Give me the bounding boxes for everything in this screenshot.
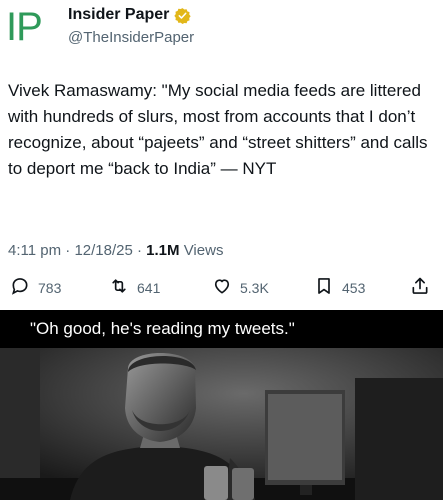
meme-photo xyxy=(0,348,443,500)
like-count: 5.3K xyxy=(240,279,269,296)
repost-icon xyxy=(109,276,129,299)
tweet-card: IP Insider Paper @TheInsiderPaper Vivek … xyxy=(0,0,443,310)
display-name[interactable]: Insider Paper xyxy=(68,6,169,24)
bookmark-count: 453 xyxy=(342,279,366,296)
monitor-stand xyxy=(300,485,312,495)
right-shelf xyxy=(355,378,443,500)
repost-count: 641 xyxy=(137,279,161,296)
views-count: 1.1M xyxy=(146,242,180,259)
verified-badge-icon xyxy=(174,7,192,24)
tweet-date[interactable]: 12/18/25 xyxy=(74,242,132,259)
reply-button[interactable]: 783 xyxy=(10,276,61,299)
author-block: Insider Paper @TheInsiderPaper xyxy=(68,6,194,46)
share-icon xyxy=(410,276,430,299)
bookmark-icon xyxy=(314,276,334,299)
insider-paper-logo: IP xyxy=(6,5,43,49)
tweet-time[interactable]: 4:11 pm xyxy=(8,242,61,259)
can-1 xyxy=(204,466,228,500)
meme-caption: "Oh good, he's reading my tweets." xyxy=(0,310,443,348)
meme-image[interactable]: "Oh good, he's reading my tweets." xyxy=(0,310,443,500)
monitor-bezel xyxy=(268,394,342,480)
bookmark-button[interactable]: 453 xyxy=(314,276,365,299)
meta-separator: · xyxy=(137,242,147,259)
like-button[interactable]: 5.3K xyxy=(212,276,269,299)
share-button[interactable] xyxy=(410,276,430,299)
handle[interactable]: @TheInsiderPaper xyxy=(68,29,194,46)
reply-icon xyxy=(10,276,30,299)
heart-icon xyxy=(212,276,232,299)
reply-count: 783 xyxy=(38,279,62,296)
can-2 xyxy=(232,468,254,500)
name-row: Insider Paper xyxy=(68,6,194,24)
repost-button[interactable]: 641 xyxy=(109,276,160,299)
window-light xyxy=(0,348,40,500)
avatar[interactable]: IP xyxy=(6,4,62,50)
tweet-meta: 4:11 pm · 12/18/25 · 1.1M Views xyxy=(8,242,223,259)
action-bar: 783 641 5.3K 453 xyxy=(0,276,443,300)
tweet-text: Vivek Ramaswamy: "My social media feeds … xyxy=(8,81,433,178)
views-label: Views xyxy=(183,242,224,259)
